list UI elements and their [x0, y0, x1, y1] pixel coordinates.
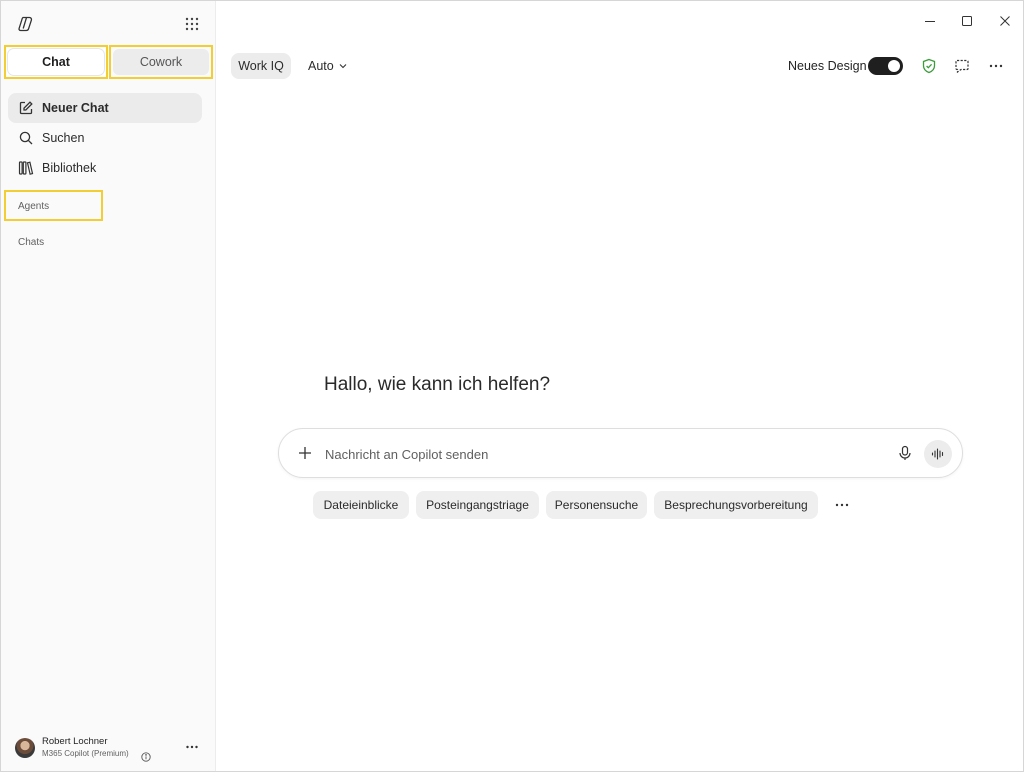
- copilot-window: Chat Cowork Neuer Chat Suchen Bibliothek…: [0, 0, 1024, 772]
- suggestion-chip[interactable]: Personensuche: [546, 491, 647, 519]
- sidebar-item-label: Bibliothek: [42, 161, 97, 175]
- tab-cowork[interactable]: Cowork: [109, 45, 213, 79]
- user-profile[interactable]: Robert Lochner M365 Copilot (Premium): [15, 734, 205, 762]
- waveform-icon: [931, 448, 944, 460]
- suggestion-chip[interactable]: Dateieinblicke: [313, 491, 409, 519]
- shield-check-icon[interactable]: [921, 58, 937, 74]
- more-suggestions-icon[interactable]: [833, 497, 851, 513]
- profile-more-icon[interactable]: [185, 740, 199, 754]
- suggestion-chip[interactable]: Besprechungsvorbereitung: [654, 491, 818, 519]
- work-iq-button[interactable]: Work IQ: [231, 53, 291, 79]
- new-chat-bubble-icon[interactable]: [954, 58, 970, 74]
- search-icon: [18, 130, 34, 146]
- sidebar: Chat Cowork Neuer Chat Suchen Bibliothek…: [1, 1, 216, 771]
- avatar[interactable]: [15, 738, 35, 758]
- microphone-icon[interactable]: [897, 445, 913, 461]
- message-input[interactable]: [325, 442, 885, 466]
- profile-name: Robert Lochner: [42, 736, 108, 747]
- mode-tabs: Chat Cowork: [4, 45, 213, 79]
- section-agents[interactable]: Agents: [18, 201, 49, 212]
- add-attachment-icon[interactable]: [297, 445, 313, 461]
- app-launcher-icon[interactable]: [184, 16, 200, 32]
- profile-plan: M365 Copilot (Premium): [42, 749, 129, 758]
- tab-chat[interactable]: Chat: [4, 45, 108, 79]
- sidebar-item-search[interactable]: Suchen: [8, 123, 202, 153]
- sidebar-item-new-chat[interactable]: Neuer Chat: [8, 93, 202, 123]
- library-icon: [18, 160, 34, 176]
- chevron-down-icon: [339, 64, 347, 69]
- tab-cowork-label: Cowork: [113, 49, 209, 75]
- model-selector-label: Auto: [308, 59, 334, 73]
- more-options-icon[interactable]: [988, 58, 1004, 74]
- message-composer: [278, 428, 963, 478]
- minimize-button[interactable]: [922, 13, 938, 29]
- new-design-label: Neues Design: [788, 59, 867, 73]
- maximize-button[interactable]: [959, 13, 975, 29]
- sidebar-item-library[interactable]: Bibliothek: [8, 153, 202, 183]
- close-button[interactable]: [997, 13, 1013, 29]
- model-selector[interactable]: Auto: [308, 53, 348, 79]
- info-icon[interactable]: [141, 749, 151, 762]
- sidebar-item-label: Neuer Chat: [42, 101, 109, 115]
- sidebar-item-label: Suchen: [42, 131, 85, 145]
- voice-mode-button[interactable]: [924, 440, 952, 468]
- suggestion-chip[interactable]: Posteingangstriage: [416, 491, 539, 519]
- section-chats[interactable]: Chats: [18, 237, 44, 248]
- compose-icon: [18, 100, 34, 116]
- tab-chat-label: Chat: [8, 49, 104, 75]
- new-design-toggle[interactable]: [868, 57, 903, 75]
- copilot-logo-icon[interactable]: [17, 15, 35, 33]
- greeting-heading: Hallo, wie kann ich helfen?: [324, 374, 551, 395]
